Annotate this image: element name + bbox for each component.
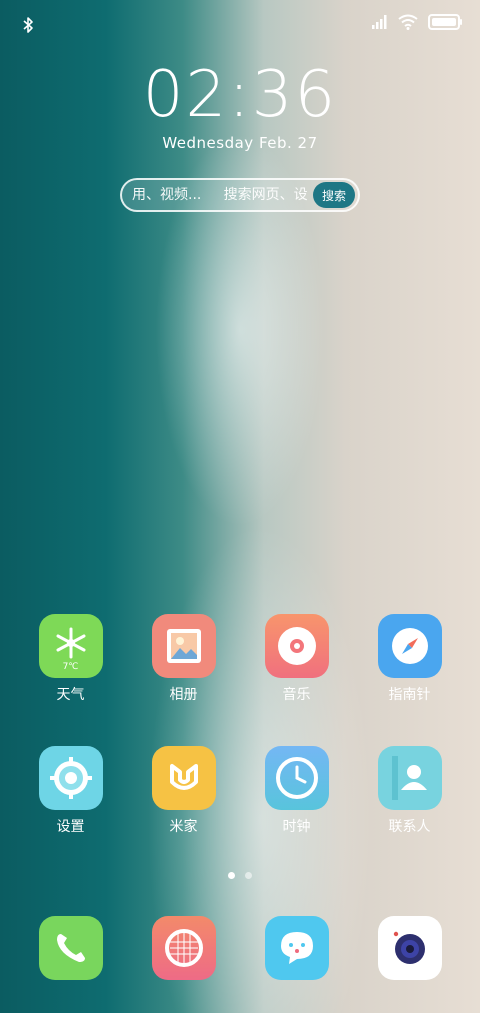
page-dot[interactable]: [245, 872, 252, 879]
status-bar: [0, 0, 480, 44]
app-clock[interactable]: 时钟: [240, 746, 353, 836]
mijia-icon[interactable]: [151, 746, 216, 810]
app-mijia[interactable]: 米家: [127, 746, 240, 836]
battery-icon: [428, 14, 462, 30]
clock-icon[interactable]: [264, 746, 329, 810]
weather-temp: 7℃: [62, 662, 79, 672]
app-label: 米家: [169, 819, 198, 835]
clock-face-icon: [275, 757, 318, 799]
music-icon[interactable]: [264, 614, 329, 678]
messages-icon[interactable]: [264, 916, 329, 980]
camera-icon[interactable]: [377, 916, 442, 980]
clock-time[interactable]: 02:36: [0, 58, 480, 132]
mijia-logo-icon: [169, 764, 198, 790]
dock-phone[interactable]: [14, 916, 127, 980]
weather-icon[interactable]: 7℃: [38, 614, 103, 678]
dock: [0, 916, 480, 980]
app-gallery[interactable]: 相册: [127, 614, 240, 704]
app-settings[interactable]: 设置: [14, 746, 127, 836]
gear-icon: [49, 757, 92, 799]
contacts-icon[interactable]: [377, 746, 442, 810]
page-indicator: [0, 872, 480, 879]
bluetooth-icon: [23, 17, 33, 33]
app-contacts[interactable]: 联系人: [353, 746, 466, 836]
signal-icon: [372, 15, 387, 29]
globe-icon: [164, 929, 203, 967]
lens-icon: [393, 931, 425, 964]
app-label: 时钟: [282, 819, 311, 835]
battery-fill: [432, 18, 456, 26]
app-label: 联系人: [388, 819, 431, 835]
snowflake-icon: [56, 627, 85, 659]
app-label: 天气: [56, 687, 85, 703]
wifi-icon: [398, 14, 418, 30]
settings-icon[interactable]: [38, 746, 103, 810]
chat-bubble-icon: [280, 932, 313, 964]
app-weather[interactable]: 7℃ 天气: [14, 614, 127, 704]
dock-messages[interactable]: [240, 916, 353, 980]
photo-icon: [166, 629, 201, 663]
person-icon: [391, 756, 427, 800]
app-label: 指南针: [388, 687, 431, 703]
app-label: 音乐: [282, 687, 311, 703]
app-compass[interactable]: 指南针: [353, 614, 466, 704]
browser-icon[interactable]: [151, 916, 216, 980]
search-bar[interactable]: 搜索: [120, 178, 360, 212]
app-label: 设置: [56, 819, 85, 835]
compass-needle-icon: [391, 628, 428, 664]
gallery-icon[interactable]: [151, 614, 216, 678]
page-dot-active[interactable]: [228, 872, 235, 879]
app-grid: 7℃ 天气 相册 音乐 指南针 设置 米家 时钟 联系人: [0, 614, 480, 836]
clock-date: Wednesday Feb. 27: [162, 134, 318, 152]
search-input[interactable]: [122, 179, 313, 211]
dock-camera[interactable]: [353, 916, 466, 980]
phone-icon[interactable]: [38, 916, 103, 980]
status-icons: [372, 14, 462, 30]
dock-browser[interactable]: [127, 916, 240, 980]
search-button[interactable]: 搜索: [313, 182, 355, 208]
app-label: 相册: [169, 687, 198, 703]
app-music[interactable]: 音乐: [240, 614, 353, 704]
disc-icon: [277, 627, 316, 665]
compass-icon[interactable]: [377, 614, 442, 678]
handset-icon: [56, 934, 85, 962]
